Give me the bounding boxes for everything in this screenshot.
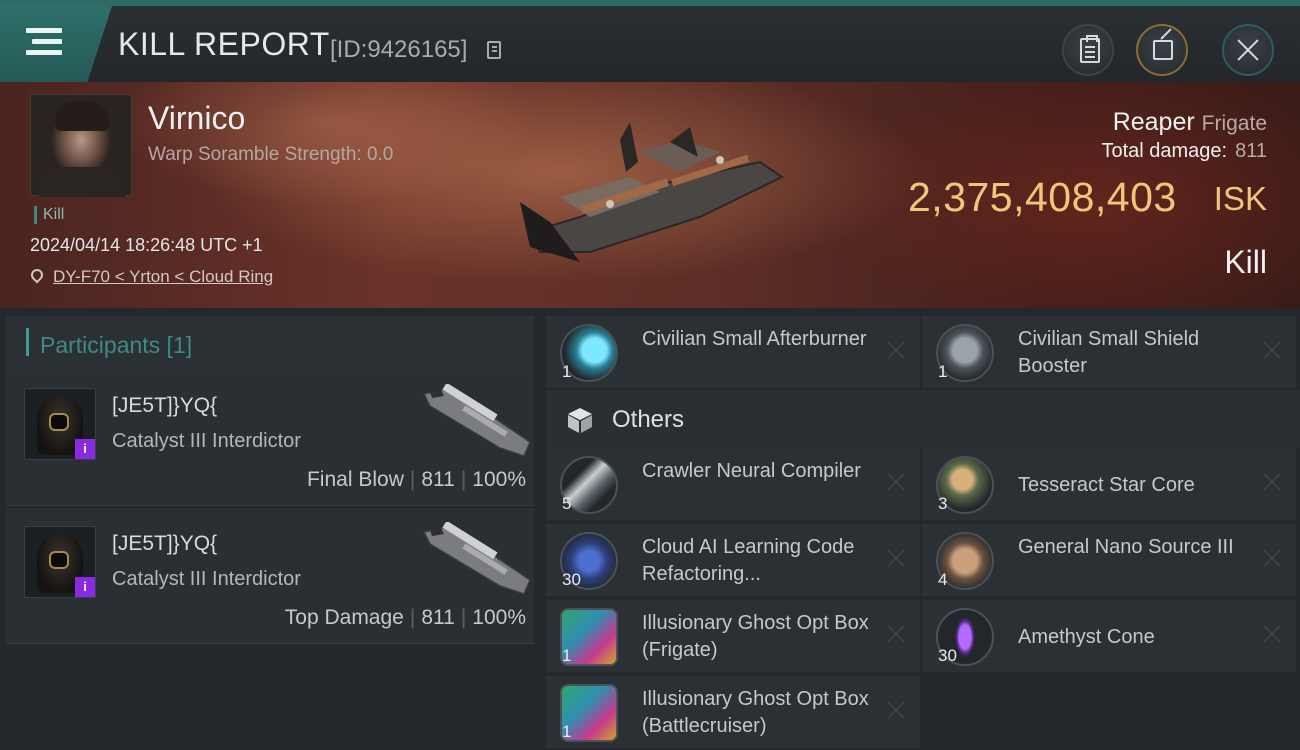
location-pin-icon xyxy=(28,266,46,284)
participant-avatar: i xyxy=(24,526,96,598)
victim-name: Virnico xyxy=(148,100,246,136)
destroyed-x-icon xyxy=(1260,338,1284,362)
participant-stats: Top Damage | 811 | 100% xyxy=(284,606,526,629)
item-neural-compiler[interactable]: 5 Crawler Neural Compiler xyxy=(546,448,920,520)
item-quantity: 1 xyxy=(938,362,948,381)
destroyed-x-icon xyxy=(1260,546,1284,570)
participant-stats: Final Blow | 811 | 100% xyxy=(306,468,526,491)
participant-corp: [JE5T]}YQ{ xyxy=(112,394,218,417)
item-quantity: 1 xyxy=(562,362,572,381)
item-ghost-box-battlecruiser[interactable]: 1 Illusionary Ghost Opt Box (Battlecruis… xyxy=(546,676,920,748)
menu-icon-line xyxy=(32,39,62,44)
item-shield-booster[interactable]: 1 Civilian Small Shield Booster xyxy=(922,316,1296,388)
page-title: KILL REPORT xyxy=(118,26,330,62)
participant-avatar: i xyxy=(24,388,96,460)
ship-name: Reaper xyxy=(1112,108,1195,136)
menu-button[interactable] xyxy=(0,6,112,82)
destroyed-x-icon xyxy=(1260,622,1284,646)
ship-class: Frigate xyxy=(1201,112,1267,135)
kill-time: 2024/04/14 18:26:48 UTC +1 xyxy=(30,235,263,255)
others-title: Others xyxy=(612,406,685,433)
item-name: Civilian Small Afterburner xyxy=(642,328,867,350)
info-badge-icon: i xyxy=(75,439,95,459)
clipboard-icon xyxy=(1080,35,1100,63)
close-icon xyxy=(1236,38,1260,62)
item-name: Illusionary Ghost Opt Box (Battlecruiser… xyxy=(642,688,869,737)
victim-ship-image xyxy=(520,122,784,262)
share-button[interactable] xyxy=(1136,24,1188,76)
item-name: Cloud AI Learning Code Refactoring... xyxy=(642,536,855,585)
kill-tag: Kill xyxy=(34,206,64,224)
menu-icon xyxy=(26,28,62,33)
isk-unit: ISK xyxy=(1213,180,1267,217)
item-name: Tesseract Star Core xyxy=(1018,474,1195,496)
total-damage-label: Total damage: xyxy=(1101,140,1228,162)
top-bar: KILL REPORT [ID:9426165] xyxy=(0,0,1300,82)
item-quantity: 4 xyxy=(938,570,948,589)
participant-ship-image xyxy=(422,522,531,595)
participants-title: Participants [1] xyxy=(40,332,193,358)
destroyed-x-icon xyxy=(884,338,908,362)
items-panel: 1 Civilian Small Afterburner 1 Civilian … xyxy=(540,308,1300,750)
total-damage: Total damage: 811 xyxy=(1101,140,1267,163)
destroyed-x-icon xyxy=(884,622,908,646)
participant-ship: Catalyst III Interdictor xyxy=(112,430,301,452)
victim-portrait[interactable] xyxy=(30,94,132,197)
participants-panel: Participants [1] i [JE5T]}YQ{ Catalyst I… xyxy=(0,308,540,750)
others-section-header: Others xyxy=(546,390,1300,448)
participant-damage: 811 xyxy=(421,468,455,491)
victim-ship: Reaper Frigate xyxy=(1113,108,1267,137)
location-link[interactable]: DY-F70 < Yrton < Cloud Ring xyxy=(53,267,273,287)
report-id: [ID:9426165] xyxy=(330,36,468,63)
participant-role: Final Blow xyxy=(306,468,404,491)
item-name: Amethyst Cone xyxy=(1018,626,1155,648)
item-quantity: 1 xyxy=(562,646,572,665)
destroyed-x-icon xyxy=(1260,470,1284,494)
item-quantity: 3 xyxy=(938,494,948,513)
destroyed-x-icon xyxy=(884,470,908,494)
participant-corp: [JE5T]}YQ{ xyxy=(112,532,218,555)
item-nano-source[interactable]: 4 General Nano Source III xyxy=(922,524,1296,596)
total-damage-value: 811 xyxy=(1235,140,1267,162)
destroyed-x-icon xyxy=(884,698,908,722)
item-name: Civilian Small Shield Booster xyxy=(1018,328,1200,377)
item-ai-code[interactable]: 30 Cloud AI Learning Code Refactoring... xyxy=(546,524,920,596)
menu-icon-line xyxy=(26,50,62,55)
item-quantity: 30 xyxy=(562,570,581,589)
item-name: Illusionary Ghost Opt Box (Frigate) xyxy=(642,612,869,661)
item-name: Crawler Neural Compiler xyxy=(642,460,861,482)
participant-ship: Catalyst III Interdictor xyxy=(112,568,301,590)
participant-role: Top Damage xyxy=(284,606,404,629)
participant-percent: 100% xyxy=(472,468,526,491)
close-button[interactable] xyxy=(1222,24,1274,76)
cube-icon xyxy=(568,408,592,433)
item-star-core[interactable]: 3 Tesseract Star Core xyxy=(922,448,1296,520)
item-amethyst-cone[interactable]: 30 Amethyst Cone xyxy=(922,600,1296,672)
item-afterburner[interactable]: 1 Civilian Small Afterburner xyxy=(546,316,920,388)
item-ghost-box-frigate[interactable]: 1 Illusionary Ghost Opt Box (Frigate) xyxy=(546,600,920,672)
item-quantity: 30 xyxy=(938,646,957,665)
item-quantity: 5 xyxy=(562,494,572,513)
isk-value: 2,375,408,403 xyxy=(908,174,1177,220)
item-name: General Nano Source III xyxy=(1018,536,1234,558)
kill-summary-banner: Virnico Warp Soramble Strength: 0.0 Kill… xyxy=(0,82,1300,308)
info-badge-icon: i xyxy=(75,577,95,597)
participants-header: Participants [1] xyxy=(6,316,534,370)
item-quantity: 1 xyxy=(562,722,572,741)
participant-row[interactable]: i [JE5T]}YQ{ Catalyst III Interdictor To… xyxy=(6,508,534,644)
share-icon xyxy=(1153,40,1173,60)
participant-row[interactable]: i [JE5T]}YQ{ Catalyst III Interdictor Fi… xyxy=(6,370,534,506)
destroyed-x-icon xyxy=(884,546,908,570)
copy-icon[interactable] xyxy=(487,41,501,59)
participant-ship-image xyxy=(422,384,531,457)
clipboard-button[interactable] xyxy=(1062,24,1114,76)
participant-percent: 100% xyxy=(472,606,526,629)
kill-result: Kill xyxy=(1224,244,1267,280)
warp-scramble-strength: Warp Soramble Strength: 0.0 xyxy=(148,144,394,165)
participant-damage: 811 xyxy=(421,606,455,629)
